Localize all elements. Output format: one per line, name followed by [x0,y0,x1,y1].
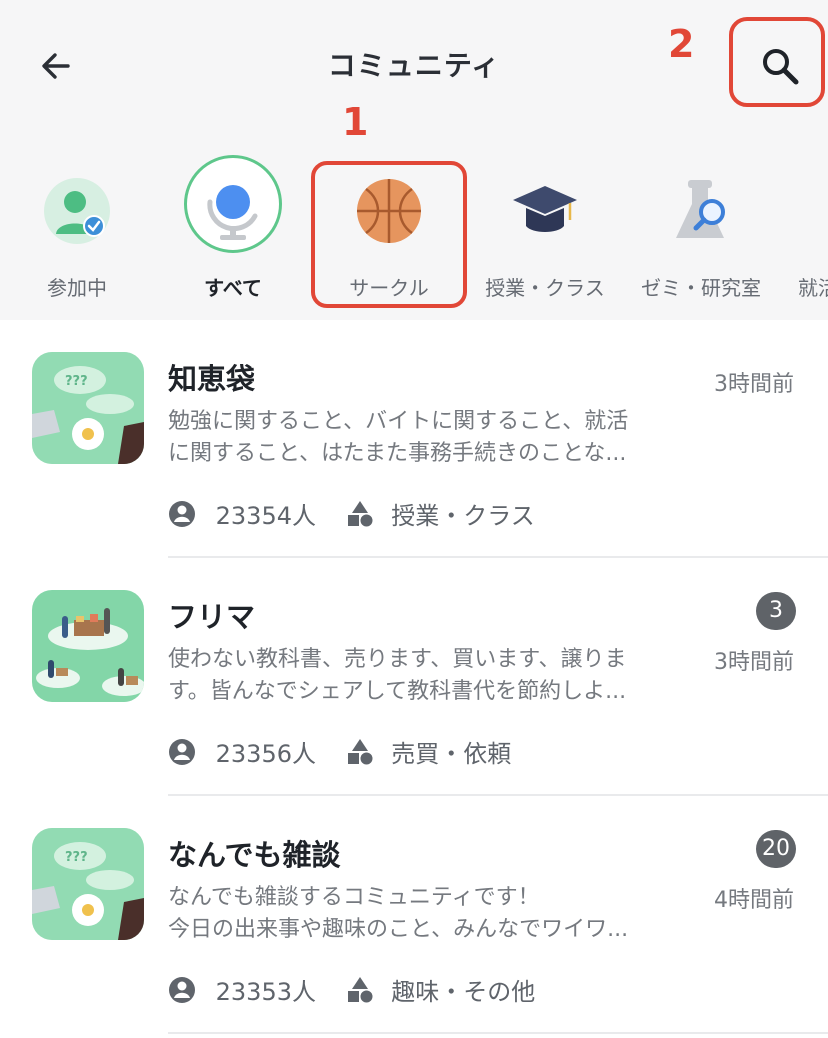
page-title: コミュニティ [327,49,501,82]
community-row[interactable]: フリマ 3 3時間前 使わない教科書、売ります、買います、譲りま す。皆んなでシ… [0,558,828,796]
community-category: 売買・依頼 [391,740,512,768]
person-circle-icon [169,976,195,1003]
category-all[interactable]: すべて [158,150,308,310]
last-post-time: 4時間前 [714,888,794,913]
description-line-2: に関すること、はたまた事務手続きのことな... [168,441,627,466]
community-thumbnail [32,590,144,702]
category-label-participating: 参加中 [47,276,107,300]
globe-icon [200,172,266,252]
community-row[interactable]: ??? なんでも雑談 20 4時間前 なんでも雑談するコミュニティです！ 今日の… [0,796,828,1034]
annotation-box-circle [311,161,467,308]
last-post-time: 3時間前 [714,650,794,675]
participating-user-icon [44,178,110,244]
community-thumbnail: ??? [32,352,144,464]
community-title: なんでも雑談 [168,838,341,872]
row-divider [168,1032,828,1034]
community-thumbnail: ??? [32,828,144,940]
community-title: フリマ [168,600,256,634]
category-label-seminar: ゼミ・研究室 [641,276,761,300]
unread-badge: 20 [756,830,796,868]
category-jobhunt[interactable]: 就活 [782,150,828,310]
top-header: コミュニティ 2 1 参加中 すべて サークル 授業・クラス ゼミ・研究室 就 [0,0,828,320]
category-class[interactable]: 授業・クラス [470,150,620,310]
community-category: 授業・クラス [391,502,535,530]
unread-badge: 3 [756,592,796,630]
category-label-class: 授業・クラス [485,276,605,300]
category-label-all: すべて [204,276,262,300]
community-row[interactable]: ??? 知恵袋 3時間前 勉強に関すること、バイトに関すること、就活 に関するこ… [0,320,828,558]
category-shapes-icon [347,500,373,526]
community-category: 趣味・その他 [391,978,536,1006]
community-description: 使わない教科書、売ります、買います、譲りま す。皆んなでシェアして教科書代を節約… [168,644,678,708]
graduation-cap-icon [512,178,578,244]
member-count: 23354人 [215,502,316,530]
member-count: 23353人 [215,978,316,1006]
description-line-1: 使わない教科書、売ります、買います、譲りま [168,647,627,672]
community-meta: 23354人 授業・クラス [168,496,535,532]
flask-search-icon [668,178,734,244]
community-meta: 23356人 売買・依頼 [168,734,511,770]
category-label-jobhunt: 就活 [798,276,828,300]
description-line-2: 今日の出来事や趣味のこと、みんなでワイワ... [168,917,629,942]
member-count: 23356人 [215,740,316,768]
community-description: なんでも雑談するコミュニティです！ 今日の出来事や趣味のこと、みんなでワイワ..… [168,882,678,946]
community-description: 勉強に関すること、バイトに関すること、就活 に関すること、はたまた事務手続きのこ… [168,406,678,470]
category-seminar[interactable]: ゼミ・研究室 [626,150,776,310]
search-button[interactable] [729,17,825,107]
category-shapes-icon [347,976,373,1002]
svg-text:???: ??? [65,850,88,865]
svg-text:???: ??? [65,374,88,389]
annotation-number-2: 2 [668,22,695,66]
annotation-number-1: 1 [342,100,369,144]
category-shapes-icon [347,738,373,764]
description-line-2: す。皆んなでシェアして教科書代を節約しよ... [168,679,627,704]
community-title: 知恵袋 [168,362,256,396]
community-meta: 23353人 趣味・その他 [168,972,535,1008]
category-participating[interactable]: 参加中 [2,150,152,310]
person-circle-icon [169,500,195,527]
description-line-1: なんでも雑談するコミュニティです！ [168,885,540,910]
description-line-1: 勉強に関すること、バイトに関すること、就活 [168,409,629,434]
last-post-time: 3時間前 [714,372,794,397]
briefcase-icon [824,178,828,244]
person-circle-icon [169,738,195,765]
search-icon [763,49,799,85]
